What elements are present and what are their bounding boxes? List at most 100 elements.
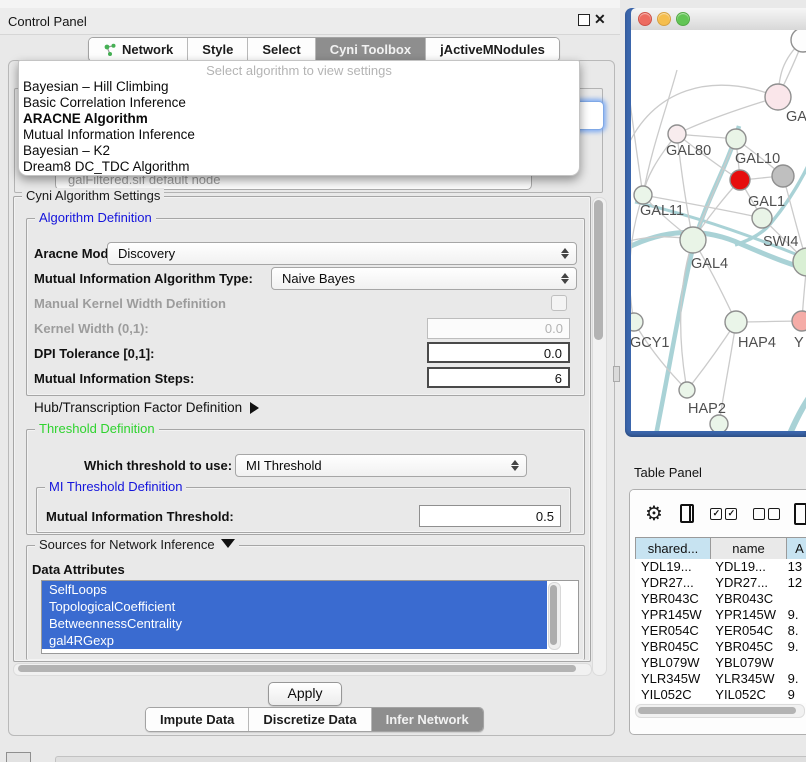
mi-threshold-definition-title: MI Threshold Definition xyxy=(45,479,186,494)
tab-jactivemnodules[interactable]: jActiveMNodules xyxy=(426,38,559,61)
mi-algorithm-type-combo[interactable]: Naive Bayes xyxy=(271,267,577,290)
algorithm-option[interactable]: Mutual Information Inference xyxy=(19,127,579,143)
tab-style[interactable]: Style xyxy=(188,38,248,61)
dpi-tolerance-field[interactable]: 0.0 xyxy=(427,342,570,363)
table-cell xyxy=(784,591,806,607)
attribute-list-scrollbar[interactable] xyxy=(548,582,561,650)
select-all-icon[interactable]: ✓✓ xyxy=(710,508,737,520)
apply-button[interactable]: Apply xyxy=(268,682,342,706)
network-node[interactable] xyxy=(631,313,643,331)
network-node[interactable] xyxy=(791,30,806,52)
close-traffic-light[interactable] xyxy=(638,12,652,26)
network-node[interactable] xyxy=(730,170,750,190)
table-cell: YDL19... xyxy=(635,559,709,575)
network-view-window[interactable]: GALGAL80GAL10GAL11GAL1GAL4SWI4GCY1HAP4YH… xyxy=(625,8,806,437)
network-node[interactable] xyxy=(679,382,695,398)
table-panel-title: Table Panel xyxy=(634,465,702,480)
network-view-titlebar[interactable] xyxy=(631,8,806,31)
panel-splitter-handle[interactable] xyxy=(613,366,620,382)
attribute-list-item[interactable]: SelfLoops xyxy=(42,581,547,598)
table-row[interactable]: YDL19...YDL19...13 xyxy=(635,559,806,575)
data-attributes-label: Data Attributes xyxy=(32,562,125,577)
minimize-traffic-light[interactable] xyxy=(657,12,671,26)
algorithm-dropdown-popup: Select algorithm to view settings Bayesi… xyxy=(18,60,580,176)
table-row[interactable]: YBR045CYBR045C9. xyxy=(635,639,806,655)
tab-network[interactable]: Network xyxy=(89,38,188,61)
which-threshold-label: Which threshold to use: xyxy=(84,458,232,473)
algorithm-option[interactable]: ARACNE Algorithm xyxy=(19,111,579,127)
tab-discretize-data[interactable]: Discretize Data xyxy=(249,708,371,731)
hub-factor-section[interactable]: Hub/Transcription Factor Definition xyxy=(34,400,259,415)
bottom-tabbar: Impute Data Discretize Data Infer Networ… xyxy=(145,707,484,732)
network-node[interactable] xyxy=(726,129,746,149)
settings-horizontal-scrollbar-thumb[interactable] xyxy=(18,665,576,672)
zoom-traffic-light[interactable] xyxy=(676,12,690,26)
column-header-name[interactable]: name xyxy=(711,538,787,560)
network-node[interactable] xyxy=(668,125,686,143)
file-icon[interactable] xyxy=(794,503,806,525)
data-attributes-list[interactable]: SelfLoopsTopologicalCoefficientBetweenne… xyxy=(41,580,579,654)
network-node[interactable] xyxy=(725,311,747,333)
table-row[interactable]: YBL079WYBL079W xyxy=(635,655,806,671)
tab-impute-data[interactable]: Impute Data xyxy=(146,708,249,731)
close-icon[interactable]: ✕ xyxy=(594,11,606,28)
deselect-all-icon[interactable] xyxy=(753,508,780,520)
network-node[interactable] xyxy=(765,84,791,110)
table-cell xyxy=(784,655,806,671)
table-row[interactable]: YIL052CYIL052C9 xyxy=(635,687,806,703)
control-panel-tabbar: Network Style Select Cyni Toolbox jActiv… xyxy=(88,37,560,62)
attribute-list-item[interactable]: BetweennessCentrality xyxy=(42,615,547,632)
tab-infer-network[interactable]: Infer Network xyxy=(372,708,483,731)
mi-steps-field[interactable]: 6 xyxy=(427,367,570,388)
network-node-label: HAP2 xyxy=(688,401,726,417)
network-canvas[interactable]: GALGAL80GAL10GAL11GAL1GAL4SWI4GCY1HAP4YH… xyxy=(631,30,806,431)
which-threshold-combo[interactable]: MI Threshold xyxy=(235,454,527,477)
network-node[interactable] xyxy=(752,208,772,228)
algorithm-option[interactable]: Bayesian – Hill Climbing xyxy=(19,79,579,95)
column-header-partial[interactable]: A xyxy=(787,538,806,560)
gear-icon[interactable]: ⚙ xyxy=(645,504,663,524)
network-node[interactable] xyxy=(634,186,652,204)
bottom-panel-edge xyxy=(55,756,806,762)
settings-horizontal-scrollbar[interactable] xyxy=(13,663,592,676)
table-cell: YPR145W xyxy=(635,607,709,623)
manual-kernel-width-checkbox[interactable] xyxy=(551,295,567,311)
aracne-mode-value: Discovery xyxy=(118,246,561,261)
network-node[interactable] xyxy=(772,165,794,187)
table-row[interactable]: YPR145WYPR145W9. xyxy=(635,607,806,623)
tab-select[interactable]: Select xyxy=(248,38,315,61)
tab-cyni-toolbox[interactable]: Cyni Toolbox xyxy=(316,38,426,61)
table-cell: YBR043C xyxy=(635,591,709,607)
columns-icon[interactable] xyxy=(680,504,694,523)
network-node[interactable] xyxy=(680,227,706,253)
attribute-list-item[interactable]: gal4RGexp xyxy=(42,632,547,649)
column-header-shared-name[interactable]: shared... xyxy=(635,538,711,560)
table-horizontal-scrollbar[interactable] xyxy=(635,704,805,718)
settings-vertical-scrollbar-thumb[interactable] xyxy=(594,200,603,340)
table-cell: YIL052C xyxy=(635,687,709,703)
network-node[interactable] xyxy=(710,415,728,431)
algorithm-option[interactable]: Basic Correlation Inference xyxy=(19,95,579,111)
attribute-list-item[interactable]: TopologicalCoefficient xyxy=(42,598,547,615)
algorithm-option[interactable]: Dream8 DC_TDC Algorithm xyxy=(19,159,579,175)
table-row[interactable]: YER054CYER054C8. xyxy=(635,623,806,639)
table-row[interactable]: YDR27...YDR27...12 xyxy=(635,575,806,591)
settings-vertical-scrollbar[interactable] xyxy=(592,197,607,676)
algorithm-option[interactable]: Bayesian – K2 xyxy=(19,143,579,159)
mi-algorithm-type-value: Naive Bayes xyxy=(282,271,561,286)
kernel-width-field: 0.0 xyxy=(427,318,570,339)
aracne-mode-combo[interactable]: Discovery xyxy=(107,242,577,265)
table-horizontal-scrollbar-thumb[interactable] xyxy=(638,707,796,714)
network-node[interactable] xyxy=(792,311,806,331)
tab-jactivemnodules-label: jActiveMNodules xyxy=(440,42,545,57)
table-row[interactable]: YBR043CYBR043C xyxy=(635,591,806,607)
float-window-icon[interactable] xyxy=(578,14,590,26)
network-node[interactable] xyxy=(793,248,806,276)
algorithm-option-list: Bayesian – Hill ClimbingBasic Correlatio… xyxy=(19,79,579,175)
network-tab-icon xyxy=(103,43,117,57)
sources-group-title[interactable]: Sources for Network Inference xyxy=(35,537,239,552)
mi-threshold-field[interactable]: 0.5 xyxy=(419,505,561,527)
table-row[interactable]: YLR345WYLR345W9. xyxy=(635,671,806,687)
attribute-list-scrollbar-thumb[interactable] xyxy=(550,585,557,645)
cyni-settings-group-title: Cyni Algorithm Settings xyxy=(22,188,164,203)
